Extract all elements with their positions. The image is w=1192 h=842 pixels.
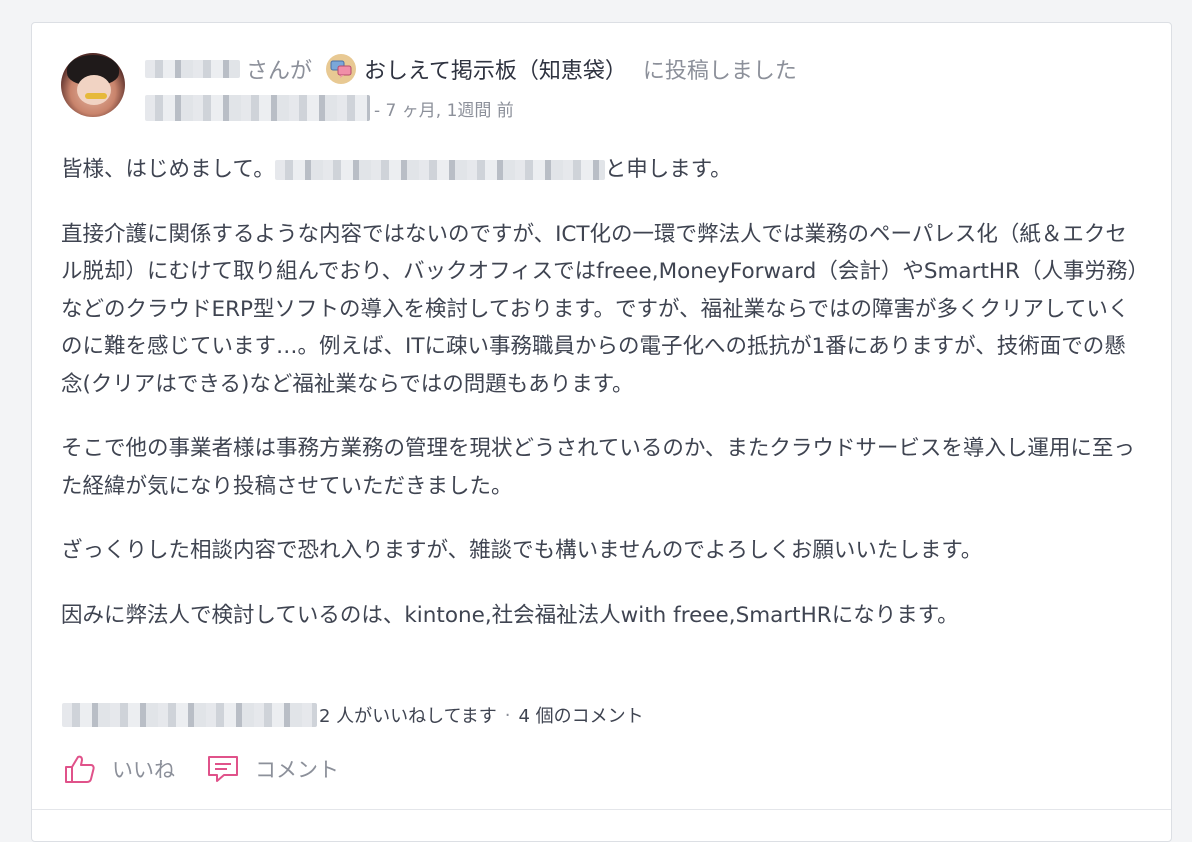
comment-button[interactable]: コメント xyxy=(207,754,339,784)
post-time-ago[interactable]: - 7 ヶ月, 1週間 前 xyxy=(374,96,514,121)
post-paragraph: 皆様、はじめまして。 と申します。 xyxy=(61,151,1147,189)
post-body: 皆様、はじめまして。 と申します。 直接介護に関係するような内容ではないのですが、… xyxy=(61,151,1147,661)
comments-count[interactable]: 4 個のコメント xyxy=(518,702,643,728)
greeting-end-text: と申します。 xyxy=(604,157,732,182)
like-label: いいね xyxy=(112,758,175,782)
like-button[interactable]: いいね xyxy=(64,754,175,784)
likers-avatars-redacted[interactable] xyxy=(62,703,317,727)
post-stats: 2 人がいいねしてます · 4 個のコメント xyxy=(62,700,644,730)
stats-separator: · xyxy=(504,704,511,726)
post-paragraph: ざっくりした相談内容で恐れ入りますが、雑談でも構いませんのでよろしくお願いいたし… xyxy=(61,538,983,563)
self-intro-redacted xyxy=(274,160,605,180)
post-paragraph: そこで他の事業者様は事務方業務の管理を現状どうされているのか、またクラウドサービ… xyxy=(61,436,1135,499)
greeting-text: 皆様、はじめまして。 xyxy=(61,157,275,182)
post-date-redacted xyxy=(145,95,370,121)
comment-icon xyxy=(208,756,238,782)
author-name-redacted[interactable] xyxy=(145,60,240,78)
post-meta: - 7 ヶ月, 1週間 前 xyxy=(145,95,514,121)
post-header: さんが おしえて掲示板（知恵袋） に投稿しました xyxy=(145,54,797,84)
post-card: さんが おしえて掲示板（知恵袋） に投稿しました - 7 ヶ月, 1週間 前 皆… xyxy=(31,22,1172,842)
card-divider xyxy=(32,809,1171,810)
post-paragraph: 直接介護に関係するような内容ではないのですが、ICT化の一環で弊法人では業務のペ… xyxy=(61,221,1139,397)
likes-count[interactable]: 2 人がいいねしてます xyxy=(319,702,497,728)
comment-label: コメント xyxy=(255,758,339,782)
author-suffix: さんが xyxy=(246,59,313,84)
post-action-text: に投稿しました xyxy=(642,59,797,84)
avatar-accent xyxy=(85,93,107,99)
author-avatar[interactable] xyxy=(61,53,125,117)
avatar-face xyxy=(77,75,111,105)
post-actions: いいね コメント xyxy=(64,751,371,787)
thumbs-up-icon xyxy=(65,755,95,783)
post-paragraph: 因みに弊法人で検討しているのは、kintone,社会福祉法人with freee… xyxy=(61,602,959,628)
chat-bubbles-icon xyxy=(326,54,357,84)
group-link[interactable]: おしえて掲示板（知恵袋） xyxy=(364,53,627,85)
